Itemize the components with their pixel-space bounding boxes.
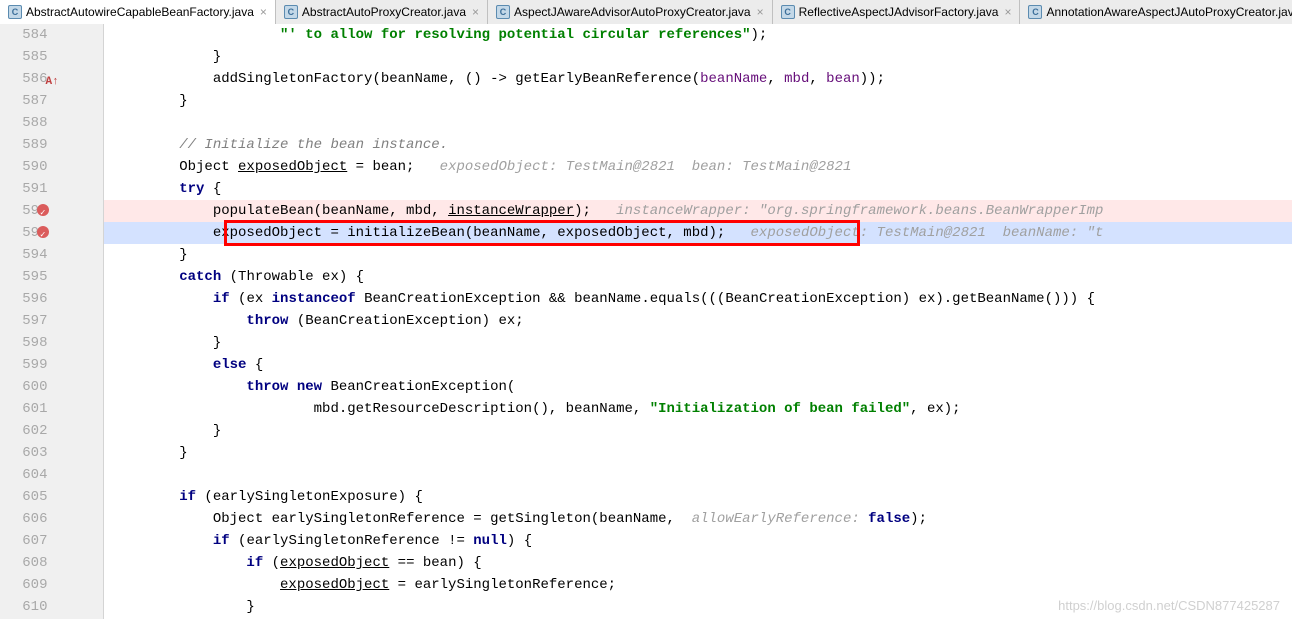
- tab-file-0[interactable]: C AbstractAutowireCapableBeanFactory.jav…: [0, 0, 276, 24]
- close-icon[interactable]: ×: [472, 5, 479, 19]
- code-line[interactable]: mbd.getResourceDescription(), beanName, …: [104, 398, 1292, 420]
- code-line[interactable]: catch (Throwable ex) {: [104, 266, 1292, 288]
- gutter: 5845855865875885895905915925935945955965…: [0, 24, 104, 619]
- code-line[interactable]: Object exposedObject = bean; exposedObje…: [104, 156, 1292, 178]
- line-numbers: 5845855865875885895905915925935945955965…: [0, 24, 57, 619]
- code-line[interactable]: if (earlySingletonReference != null) {: [104, 530, 1292, 552]
- code-line[interactable]: if (exposedObject == bean) {: [104, 552, 1292, 574]
- code-line[interactable]: }: [104, 332, 1292, 354]
- close-icon[interactable]: ×: [757, 5, 764, 19]
- code-line-current[interactable]: exposedObject = initializeBean(beanName,…: [104, 222, 1292, 244]
- code-line[interactable]: else {: [104, 354, 1292, 376]
- code-line[interactable]: try {: [104, 178, 1292, 200]
- tab-label: AbstractAutowireCapableBeanFactory.java: [26, 5, 254, 19]
- close-icon[interactable]: ×: [1004, 5, 1011, 19]
- java-class-icon: C: [496, 5, 510, 19]
- code-line[interactable]: }: [104, 420, 1292, 442]
- code-line[interactable]: Object earlySingletonReference = getSing…: [104, 508, 1292, 530]
- code-area[interactable]: "' to allow for resolving potential circ…: [104, 24, 1292, 619]
- tab-bar: C AbstractAutowireCapableBeanFactory.jav…: [0, 0, 1292, 24]
- tab-label: AnnotationAwareAspectJAutoProxyCreator.j…: [1046, 5, 1292, 19]
- code-line[interactable]: [104, 112, 1292, 134]
- code-line[interactable]: // Initialize the bean instance.: [104, 134, 1292, 156]
- tab-label: AspectJAwareAdvisorAutoProxyCreator.java: [514, 5, 751, 19]
- code-line[interactable]: }: [104, 90, 1292, 112]
- code-line[interactable]: "' to allow for resolving potential circ…: [104, 24, 1292, 46]
- code-line[interactable]: }: [104, 244, 1292, 266]
- java-class-icon: C: [8, 5, 22, 19]
- code-line[interactable]: }: [104, 442, 1292, 464]
- tab-file-1[interactable]: C AbstractAutoProxyCreator.java ×: [276, 0, 488, 24]
- tab-label: AbstractAutoProxyCreator.java: [302, 5, 466, 19]
- code-line[interactable]: throw new BeanCreationException(: [104, 376, 1292, 398]
- code-editor[interactable]: 5845855865875885895905915925935945955965…: [0, 24, 1292, 619]
- code-line[interactable]: exposedObject = earlySingletonReference;: [104, 574, 1292, 596]
- watermark: https://blog.csdn.net/CSDN877425287: [1058, 598, 1280, 613]
- java-class-icon: C: [1028, 5, 1042, 19]
- code-line[interactable]: throw (BeanCreationException) ex;: [104, 310, 1292, 332]
- tab-file-3[interactable]: C ReflectiveAspectJAdvisorFactory.java ×: [773, 0, 1021, 24]
- marker-icon: A↑: [45, 71, 58, 93]
- code-line[interactable]: populateBean(beanName, mbd, instanceWrap…: [104, 200, 1292, 222]
- tab-label: ReflectiveAspectJAdvisorFactory.java: [799, 5, 999, 19]
- code-line[interactable]: [104, 464, 1292, 486]
- java-class-icon: C: [284, 5, 298, 19]
- java-class-icon: C: [781, 5, 795, 19]
- close-icon[interactable]: ×: [260, 5, 267, 19]
- code-line[interactable]: if (ex instanceof BeanCreationException …: [104, 288, 1292, 310]
- code-line[interactable]: if (earlySingletonExposure) {: [104, 486, 1292, 508]
- gutter-markers: A↑: [57, 24, 103, 619]
- code-line[interactable]: }: [104, 46, 1292, 68]
- code-line[interactable]: addSingletonFactory(beanName, () -> getE…: [104, 68, 1292, 90]
- tab-file-4[interactable]: C AnnotationAwareAspectJAutoProxyCreator…: [1020, 0, 1292, 24]
- tab-file-2[interactable]: C AspectJAwareAdvisorAutoProxyCreator.ja…: [488, 0, 773, 24]
